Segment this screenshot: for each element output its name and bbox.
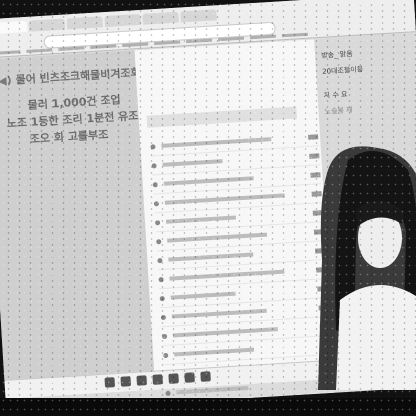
browser-tab[interactable]: [0, 20, 28, 35]
bookmark-link[interactable]: [26, 48, 53, 53]
taskbar-app-icon[interactable]: [136, 375, 148, 386]
web-page-content: [134, 39, 335, 404]
bullet-icon: [153, 200, 160, 206]
taskbar-app-icon[interactable]: [168, 373, 179, 384]
sidebar-item[interactable]: 노슬봉 제: [324, 105, 353, 117]
bottom-dark-band: [0, 398, 416, 416]
bullet-icon: [158, 276, 164, 282]
taskbar-icons: [104, 371, 211, 388]
taskbar-app-icon[interactable]: [184, 372, 195, 383]
browser-tab[interactable]: [104, 13, 141, 28]
browser-tab[interactable]: [28, 18, 66, 32]
bullet-icon: [157, 257, 163, 263]
bookmark-link[interactable]: [58, 46, 85, 51]
bullet-icon: [154, 219, 161, 225]
shoulders-shape: [336, 285, 416, 390]
page-title-bar: [146, 106, 298, 128]
sidebar-item[interactable]: 지 수 요: [323, 89, 347, 100]
sidebar-item[interactable]: 방송_ 맑음: [321, 49, 353, 61]
browser-tab[interactable]: [180, 9, 217, 23]
taskbar-app-icon[interactable]: [104, 377, 116, 388]
speaker-icon: ◀): [0, 73, 13, 88]
taskbar-app-icon[interactable]: [200, 371, 211, 382]
bullet-icon: [151, 162, 157, 168]
webcam-streamer-overlay: [318, 146, 416, 390]
bullet-icon: [163, 352, 169, 358]
bookmark-link[interactable]: [90, 44, 117, 50]
bookmark-link[interactable]: [281, 32, 308, 38]
bookmark-link[interactable]: [0, 50, 21, 55]
browser-tab[interactable]: [142, 11, 179, 25]
bookmark-link[interactable]: [217, 36, 245, 42]
bullet-icon: [152, 181, 158, 187]
bullet-icon: [165, 390, 171, 396]
bullet-icon: [161, 333, 168, 339]
browser-tab[interactable]: [66, 16, 104, 30]
sidebar-item[interactable]: 20대조할이용: [322, 64, 364, 76]
bullet-icon: [150, 143, 156, 150]
bookmark-link[interactable]: [249, 34, 277, 40]
bookmark-link[interactable]: [154, 40, 181, 46]
bullet-icon: [159, 295, 165, 301]
bullet-icon: [156, 238, 162, 244]
bullet-icon: [160, 314, 167, 320]
taskbar-app-icon[interactable]: [152, 374, 163, 385]
bookmark-link[interactable]: [186, 38, 213, 44]
taskbar-app-icon[interactable]: [120, 376, 132, 387]
bookmark-link[interactable]: [122, 42, 149, 48]
